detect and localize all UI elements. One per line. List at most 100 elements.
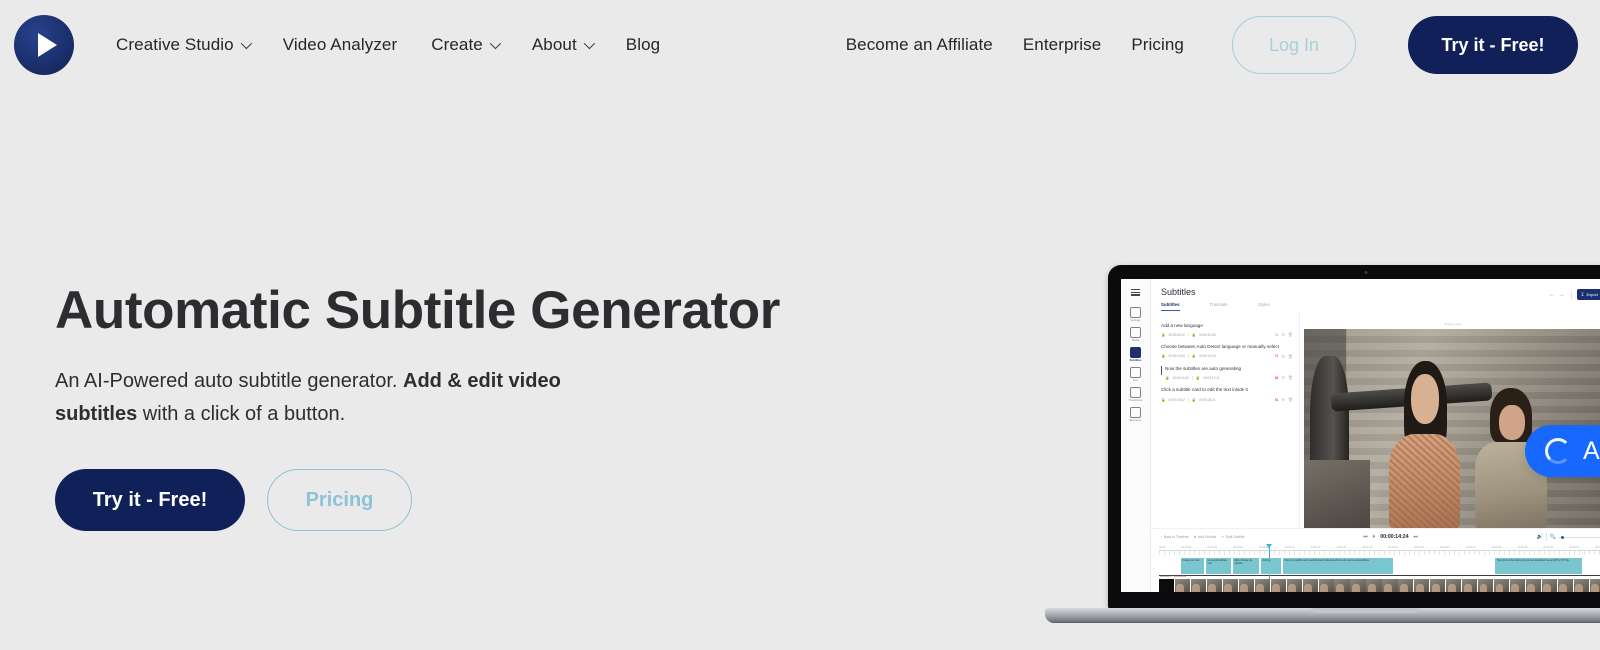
subtitle-card[interactable]: Add a new language 🔒 00:00:05:12 🔒 00:00… bbox=[1161, 323, 1293, 338]
subtitle-card[interactable]: Click a subtitle card to edit the text i… bbox=[1161, 387, 1293, 402]
end-timecode: 00:00:17:11 bbox=[1203, 375, 1220, 380]
magnifier-icon[interactable]: 🔍 bbox=[1550, 534, 1556, 540]
gear-icon[interactable]: ⚙ bbox=[1281, 397, 1285, 402]
nav-item-creative-studio[interactable]: Creative Studio bbox=[116, 35, 252, 55]
timeline-ruler-ticks[interactable] bbox=[1159, 550, 1600, 557]
subtitle-card-text: Choose between Auto Detect language or m… bbox=[1161, 344, 1279, 350]
nav-label: About bbox=[531, 35, 577, 54]
nav-item-video-analyzer[interactable]: Video Analyzer bbox=[283, 35, 398, 55]
trash-icon[interactable]: 🗑 bbox=[1288, 354, 1293, 359]
export-label: Export bbox=[1586, 292, 1598, 297]
lock-icon[interactable]: 🔒 bbox=[1165, 376, 1169, 380]
hero-pricing-button[interactable]: Pricing bbox=[267, 469, 412, 532]
filmstrip-thumb bbox=[1525, 579, 1542, 592]
divider bbox=[1187, 354, 1189, 359]
end-timecode: 00:00:10:03 bbox=[1199, 332, 1216, 337]
timeline-clip[interactable]: Add the bbox=[1261, 558, 1282, 575]
lock-icon[interactable]: 🔒 bbox=[1192, 354, 1196, 358]
tab-translate[interactable]: Translate bbox=[1210, 302, 1228, 311]
subtitle-card-meta: 🔒 00:00:05:12 🔒 00:00:10:03 11 ⚙ 🗑 bbox=[1161, 332, 1293, 337]
gear-icon[interactable]: ⚙ bbox=[1281, 332, 1285, 337]
cloud-icon bbox=[1130, 326, 1141, 338]
play-circle-logo[interactable] bbox=[14, 15, 74, 75]
timeline-clip[interactable]: Go to Add subtitles new bbox=[1206, 558, 1232, 575]
filmstrip-thumb bbox=[1334, 579, 1350, 592]
split-subtitle-button[interactable]: ✂ Split Subtitle bbox=[1221, 535, 1244, 539]
tab-subtitles[interactable]: Subtitles bbox=[1161, 302, 1180, 311]
nav-item-create[interactable]: Create bbox=[431, 35, 501, 55]
gear-icon[interactable]: ⚙ bbox=[1281, 375, 1285, 380]
sidebar-item-subtitles[interactable]: Subtitles bbox=[1121, 344, 1150, 364]
app-sidebar: Settings Media Subtitles Text Transition… bbox=[1121, 279, 1151, 592]
log-in-button[interactable]: Log In bbox=[1232, 16, 1356, 74]
player-right-controls: 🔊 🔍 bbox=[1537, 533, 1600, 542]
laptop-base bbox=[1045, 608, 1600, 623]
add-subtitle-button[interactable]: ⊕ Add Subtitle bbox=[1194, 535, 1217, 539]
hero-cta-group: Try it - Free! Pricing bbox=[55, 469, 815, 532]
subtitle-icon bbox=[1130, 346, 1141, 358]
undo-redo-icon[interactable]: ← → bbox=[1549, 292, 1566, 298]
slider-knob[interactable] bbox=[1561, 535, 1565, 539]
lock-icon[interactable]: 🔒 bbox=[1192, 333, 1196, 337]
filmstrip-thumb bbox=[1190, 579, 1207, 592]
timeline-clip[interactable]: Create your own bbox=[1181, 558, 1205, 575]
lock-icon[interactable]: 🔒 bbox=[1196, 376, 1200, 380]
filmstrip-thumb bbox=[1382, 579, 1398, 592]
sidebar-item-media[interactable]: Media bbox=[1121, 324, 1150, 344]
skip-back-icon[interactable]: ⏮ bbox=[1363, 534, 1368, 540]
player-controls: ‹ Back to Timeline ⊕ Add Subtitle ✂ Spli… bbox=[1151, 528, 1600, 544]
filmstrip-thumb bbox=[1350, 579, 1366, 592]
trash-icon[interactable]: 🗑 bbox=[1288, 397, 1293, 402]
hero-try-it-free-button[interactable]: Try it - Free! bbox=[55, 469, 245, 532]
timeline-clip[interactable]: Either choose the specific... bbox=[1233, 558, 1260, 575]
ruler-label: 00:00:28 bbox=[1517, 546, 1528, 550]
subtitle-card-actions: 72 ⚙ 🗑 bbox=[1275, 354, 1293, 359]
ruler-label: 00:00:34 bbox=[1595, 546, 1600, 550]
subtitle-card[interactable]: Now the subtitles are auto generating 🔒 … bbox=[1161, 365, 1293, 380]
nav-item-about[interactable]: About bbox=[531, 35, 595, 55]
filmstrip-thumb bbox=[1159, 579, 1175, 592]
primary-nav: Creative Studio Video Analyzer Create Ab… bbox=[116, 35, 660, 55]
sidebar-item-label: Subtitles bbox=[1129, 358, 1142, 362]
divider bbox=[1191, 375, 1193, 380]
export-button[interactable]: ↧ Export bbox=[1576, 289, 1600, 300]
sidebar-item-settings[interactable]: Settings bbox=[1121, 304, 1150, 324]
sidebar-item-text[interactable]: Text bbox=[1121, 364, 1150, 384]
char-count: 72 bbox=[1274, 354, 1279, 359]
play-icon[interactable]: ⏵ bbox=[1373, 534, 1376, 540]
divider bbox=[1187, 332, 1189, 337]
filmstrip-thumb bbox=[1206, 579, 1223, 592]
nav-item-blog[interactable]: Blog bbox=[626, 35, 660, 55]
hamburger-menu-icon[interactable] bbox=[1131, 289, 1140, 296]
back-to-timeline-button[interactable]: ‹ Back to Timeline bbox=[1161, 535, 1189, 539]
gear-icon[interactable]: ⚙ bbox=[1281, 354, 1285, 359]
scene-face bbox=[1499, 405, 1525, 441]
nav-item-become-an-affiliate[interactable]: Become an Affiliate bbox=[846, 35, 993, 55]
nav-label: Become an Affiliate bbox=[845, 35, 993, 54]
subtitle-card-actions: 11 ⚙ 🗑 bbox=[1275, 332, 1293, 337]
sidebar-item-transitions[interactable]: Transitions bbox=[1121, 384, 1150, 404]
try-it-free-nav-button[interactable]: Try it - Free! bbox=[1408, 16, 1578, 74]
nav-item-enterprise[interactable]: Enterprise bbox=[1023, 35, 1101, 55]
trash-icon[interactable]: 🗑 bbox=[1288, 375, 1293, 380]
trash-icon[interactable]: 🗑 bbox=[1288, 332, 1293, 337]
lock-icon[interactable]: 🔒 bbox=[1161, 398, 1165, 402]
char-count: 51 bbox=[1274, 397, 1279, 402]
sidebar-item-label: Media bbox=[1131, 338, 1140, 342]
tab-styles[interactable]: Styles bbox=[1258, 302, 1270, 311]
lock-icon[interactable]: 🔒 bbox=[1161, 354, 1165, 358]
skip-forward-icon[interactable]: ⏭ bbox=[1413, 534, 1418, 540]
sidebar-item-elements[interactable]: Elements bbox=[1121, 404, 1150, 424]
video-filmstrip[interactable] bbox=[1159, 579, 1600, 592]
lock-icon[interactable]: 🔒 bbox=[1192, 398, 1196, 402]
timeline-clip[interactable]: Click on a subtitle card to edit the tex… bbox=[1283, 558, 1394, 575]
subtitle-card[interactable]: Choose between Auto Detect language or m… bbox=[1161, 344, 1293, 359]
timeline-clip[interactable]: Then click on the button and you can dow… bbox=[1495, 558, 1583, 575]
volume-icon[interactable]: 🔊 bbox=[1537, 534, 1543, 540]
timeline-zoom-slider[interactable] bbox=[1559, 535, 1600, 539]
char-count: 46 bbox=[1274, 375, 1279, 380]
filmstrip-thumb bbox=[1509, 579, 1526, 592]
lock-icon[interactable]: 🔒 bbox=[1161, 333, 1165, 337]
nav-item-pricing[interactable]: Pricing bbox=[1131, 35, 1184, 55]
ruler-label: 00:00:32 bbox=[1569, 546, 1580, 550]
